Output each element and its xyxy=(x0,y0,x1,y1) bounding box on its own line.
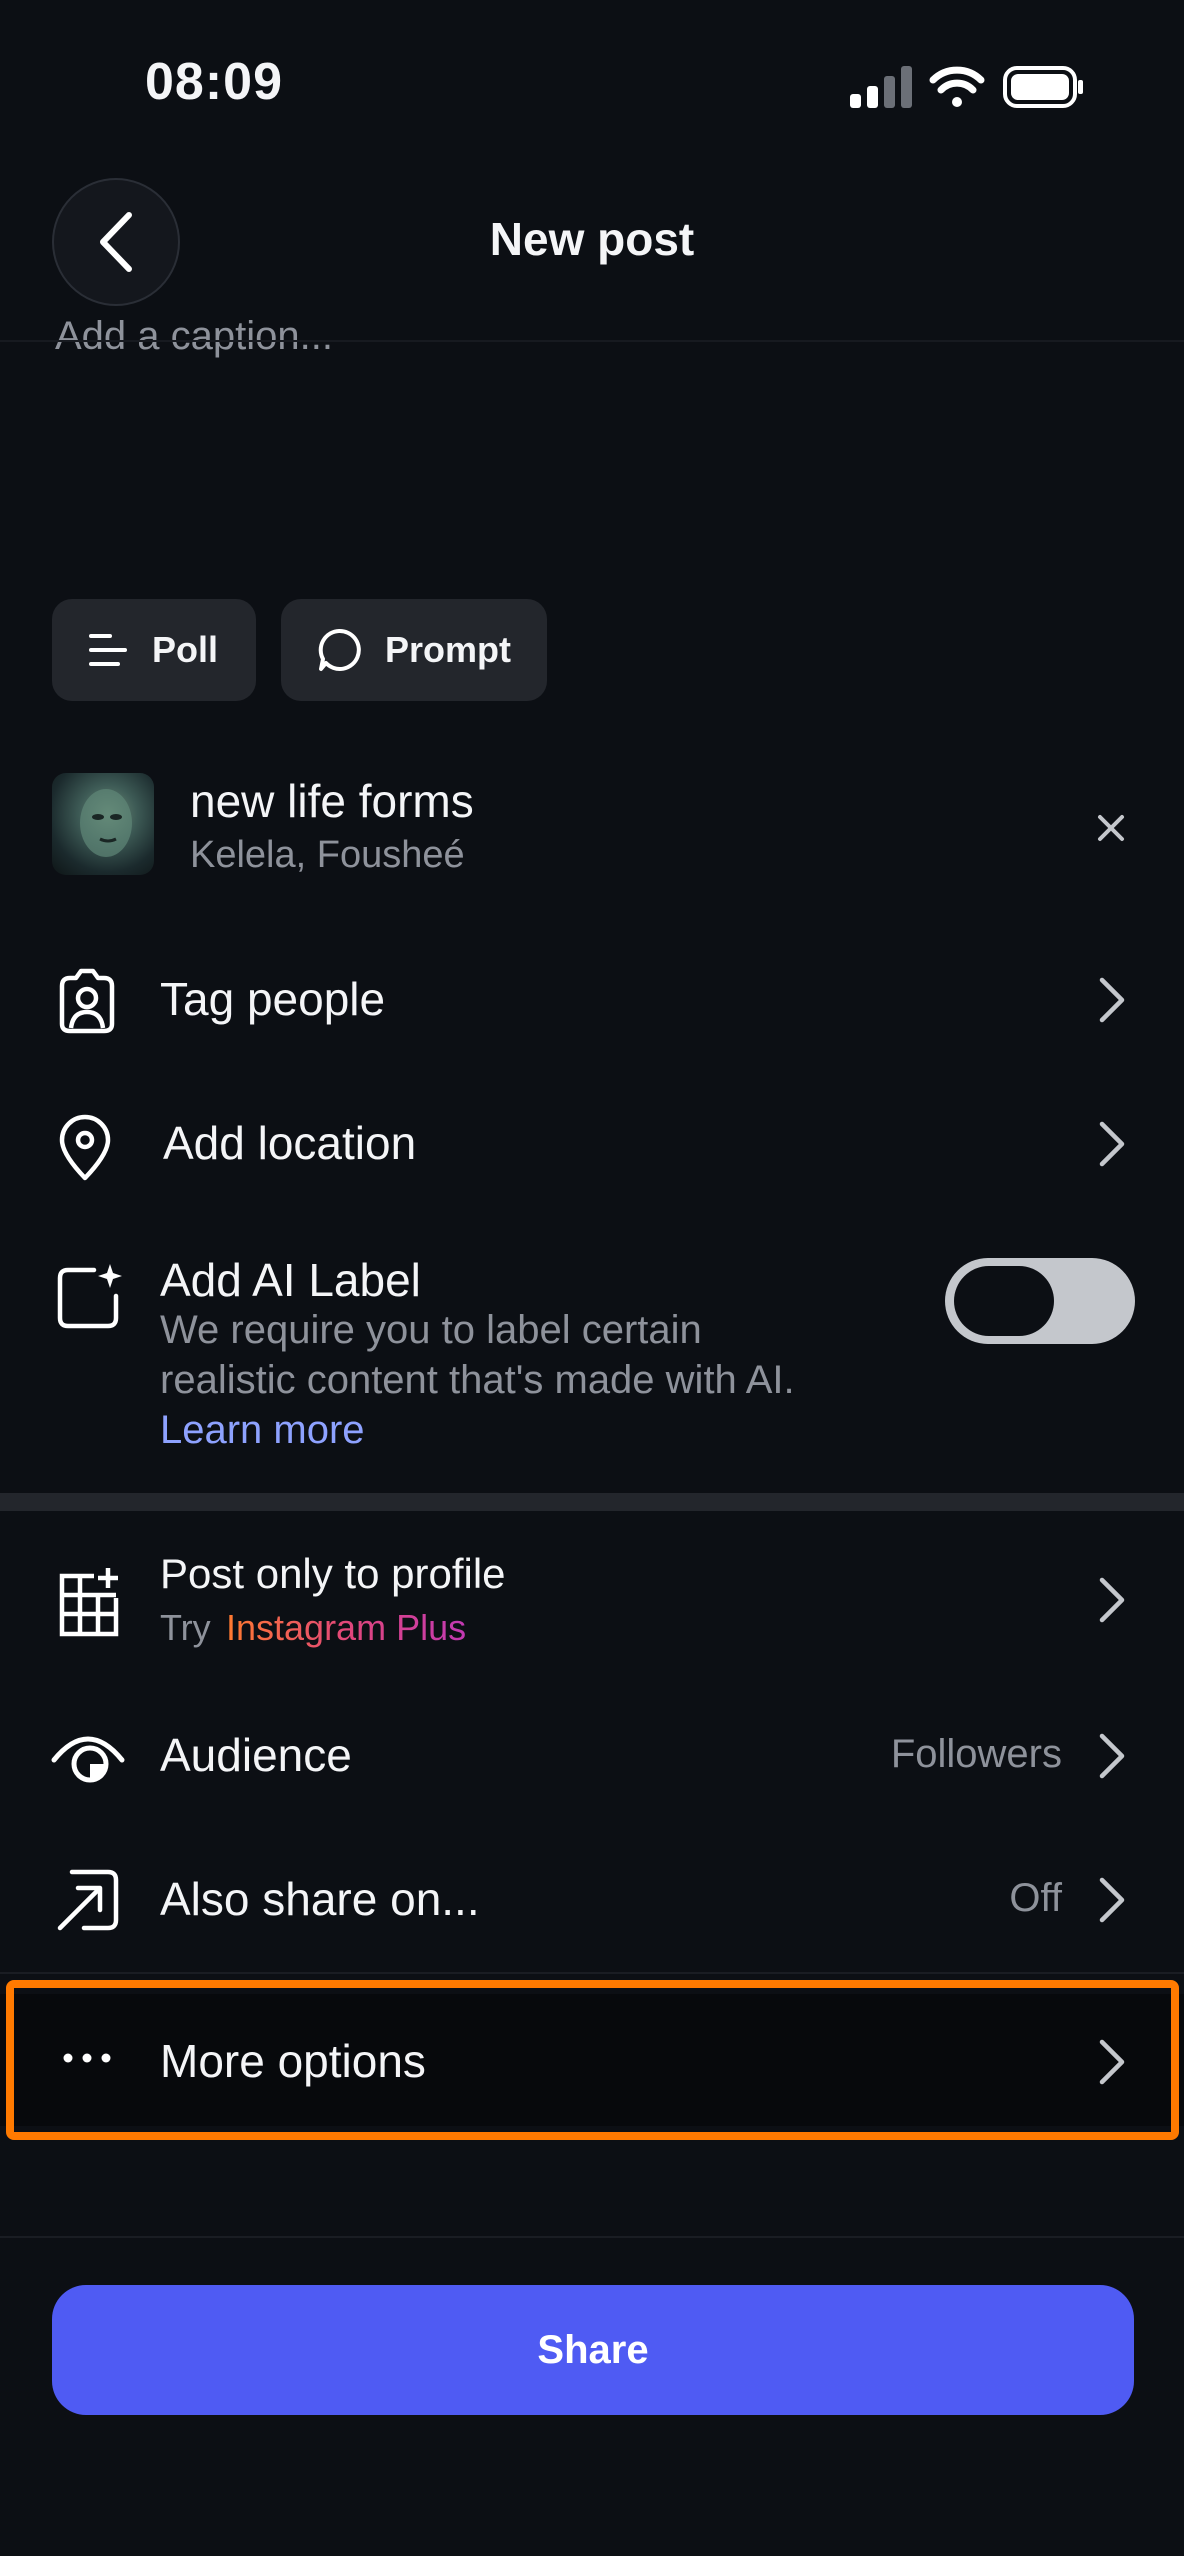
tag-person-icon xyxy=(59,968,115,1034)
also-share-label: Also share on... xyxy=(160,1873,480,1925)
status-icons xyxy=(845,62,1085,112)
share-out-icon xyxy=(57,1869,119,1931)
ai-label-title: Add AI Label xyxy=(160,1254,421,1306)
audience-label: Audience xyxy=(160,1729,352,1781)
chevron-right-icon xyxy=(1099,977,1125,1023)
section-divider xyxy=(0,1493,1184,1511)
post-only-profile-row[interactable]: Post only to profile Try Instagram Plus xyxy=(0,1530,1184,1670)
poll-label: Poll xyxy=(152,629,219,670)
instagram-plus-link[interactable]: Instagram Plus xyxy=(226,1607,466,1649)
ai-label-description-2: realistic content that's made with AI. xyxy=(160,1358,795,1402)
ai-sparkle-icon xyxy=(57,1264,122,1329)
page-title: New post xyxy=(489,213,695,265)
status-time: 08:09 xyxy=(145,53,283,111)
wifi-icon xyxy=(929,66,985,107)
audience-value: Followers xyxy=(890,1732,1062,1776)
try-prefix: Try xyxy=(160,1607,211,1648)
chevron-right-icon xyxy=(1099,1577,1125,1623)
music-title: new life forms xyxy=(190,775,474,827)
chevron-right-icon xyxy=(1099,1733,1125,1779)
tag-people-row[interactable]: Tag people xyxy=(0,940,1184,1060)
tag-people-label: Tag people xyxy=(160,973,386,1025)
music-artists: Kelela, Fousheé xyxy=(190,834,465,876)
share-button[interactable]: Share xyxy=(52,2285,1134,2415)
location-pin-icon xyxy=(59,1114,111,1181)
list-icon xyxy=(89,634,127,666)
post-only-profile-label: Post only to profile xyxy=(160,1550,506,1597)
ai-label-toggle[interactable] xyxy=(945,1258,1135,1344)
poll-button[interactable]: Poll xyxy=(52,599,256,701)
ai-label-description-1: We require you to label certain xyxy=(160,1308,702,1352)
footer-divider xyxy=(0,2236,1184,2238)
signal-icon xyxy=(850,66,912,108)
header-divider xyxy=(0,340,1184,342)
toggle-knob xyxy=(954,1266,1054,1336)
eye-icon xyxy=(51,1736,125,1783)
divider xyxy=(0,1972,1184,1974)
highlight-box xyxy=(6,1980,1179,2140)
prompt-label: Prompt xyxy=(385,629,511,670)
remove-music-button[interactable] xyxy=(1095,812,1127,844)
chevron-right-icon xyxy=(1099,1877,1125,1923)
audience-row[interactable]: Audience Followers xyxy=(0,1696,1184,1816)
also-share-value: Off xyxy=(1009,1876,1062,1920)
close-icon xyxy=(1098,815,1124,841)
music-cover xyxy=(52,773,154,875)
chevron-right-icon xyxy=(1099,1121,1125,1167)
learn-more-link[interactable]: Learn more xyxy=(160,1408,365,1453)
battery-icon xyxy=(1003,66,1083,108)
grid-plus-icon xyxy=(59,1568,119,1637)
speech-bubble-icon xyxy=(318,628,361,671)
add-location-label: Add location xyxy=(163,1117,417,1169)
prompt-button[interactable]: Prompt xyxy=(281,599,547,701)
also-share-row[interactable]: Also share on... Off xyxy=(0,1840,1184,1960)
add-location-row[interactable]: Add location xyxy=(0,1084,1184,1204)
caption-input[interactable]: Add a caption... xyxy=(55,314,333,359)
